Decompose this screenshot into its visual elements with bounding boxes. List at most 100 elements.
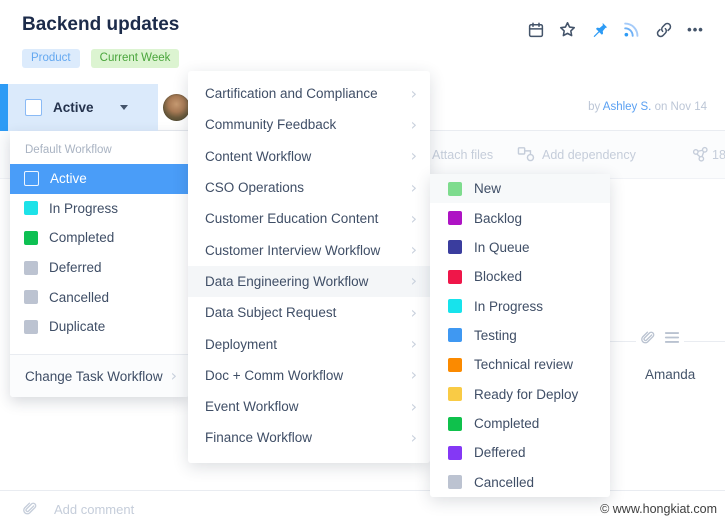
meta-icons — [636, 330, 684, 347]
chevron-right-icon: › — [411, 242, 417, 258]
submenu-label: Ready for Deploy — [474, 387, 578, 402]
workflow-item[interactable]: Content Workflow› — [188, 141, 430, 172]
rss-icon[interactable] — [622, 20, 641, 39]
tag-list: Product Current Week — [22, 49, 179, 68]
share-count[interactable]: 18 — [712, 131, 725, 179]
workflow-item[interactable]: Data Subject Request› — [188, 297, 430, 328]
menu-item-label: Active — [50, 171, 87, 186]
status-swatch — [24, 201, 38, 215]
footer-label: Change Task Workflow — [25, 369, 163, 384]
status-swatch — [24, 171, 39, 186]
workflow-item[interactable]: CSO Operations› — [188, 172, 430, 203]
submenu-label: In Progress — [474, 299, 543, 314]
share-graph-icon — [692, 146, 709, 163]
pin-icon[interactable] — [590, 20, 609, 39]
workflow-item[interactable]: Deployment › — [188, 328, 430, 359]
workflow-label: Content Workflow — [205, 149, 311, 164]
workflow-item[interactable]: Community Feedback› — [188, 109, 430, 140]
workflow-item[interactable]: Customer Education Content› — [188, 203, 430, 234]
workflow-label: Event Workflow — [205, 399, 299, 414]
workflow-label: Community Feedback — [205, 117, 336, 132]
tag-current-week[interactable]: Current Week — [91, 49, 180, 68]
status-checkbox[interactable] — [25, 99, 42, 116]
workflow-label: CSO Operations — [205, 180, 304, 195]
menu-item-duplicate[interactable]: Duplicate — [10, 312, 189, 342]
menu-item-deferred[interactable]: Deferred — [10, 253, 189, 283]
menu-item-completed[interactable]: Completed — [10, 223, 189, 253]
status-label: Active — [53, 100, 94, 115]
attach-files-button[interactable]: Attach files — [432, 131, 493, 179]
workflow-label: Deployment — [205, 337, 277, 352]
selected-status-accent — [0, 84, 8, 131]
submenu-item-backlog[interactable]: Backlog — [430, 203, 610, 232]
chevron-right-icon: › — [411, 399, 417, 415]
chevron-right-icon: › — [411, 336, 417, 352]
submenu-item-deffered[interactable]: Deffered — [430, 438, 610, 467]
change-task-workflow-button[interactable]: Change Task Workflow › — [10, 354, 189, 397]
workflow-item-data-engineering[interactable]: Data Engineering Workflow› — [188, 266, 430, 297]
workflow-item[interactable]: Cartification and Compliance › — [188, 78, 430, 109]
more-icon[interactable]: ••• — [686, 20, 705, 39]
submenu-label: Cancelled — [474, 475, 534, 490]
status-swatch — [448, 211, 462, 225]
status-swatch — [448, 299, 462, 313]
chevron-right-icon: › — [171, 368, 177, 384]
dependency-icon — [517, 146, 535, 162]
menu-item-active[interactable]: Active — [10, 164, 189, 194]
submenu-item-blocked[interactable]: Blocked — [430, 262, 610, 291]
menu-item-cancelled[interactable]: Cancelled — [10, 282, 189, 312]
status-swatch — [448, 182, 462, 196]
workflow-label: Cartification and Compliance — [205, 86, 378, 101]
workflow-item[interactable]: Finance Workflow › — [188, 422, 430, 453]
status-swatch — [24, 231, 38, 245]
header-actions: ••• — [526, 20, 705, 39]
submenu-label: New — [474, 181, 501, 196]
workflow-label: Doc + Comm Workflow — [205, 368, 343, 383]
status-swatch — [448, 328, 462, 342]
comment-input-placeholder[interactable]: Add comment — [54, 491, 134, 529]
menu-item-in-progress[interactable]: In Progress — [10, 194, 189, 224]
avatar[interactable] — [163, 94, 190, 121]
submenu-item-in-progress[interactable]: In Progress — [430, 291, 610, 320]
chevron-right-icon: › — [411, 211, 417, 227]
submenu-item-testing[interactable]: Testing — [430, 321, 610, 350]
submenu-item-completed[interactable]: Completed — [430, 409, 610, 438]
menu-icon[interactable] — [664, 330, 680, 347]
author-link[interactable]: Ashley S. — [603, 101, 655, 113]
workflow-label: Data Subject Request — [205, 305, 336, 320]
submenu-item-cancelled[interactable]: Cancelled — [430, 468, 610, 497]
submenu-item-in-queue[interactable]: In Queue — [430, 233, 610, 262]
chevron-right-icon: › — [411, 430, 417, 446]
menu-item-label: In Progress — [49, 201, 118, 216]
add-dependency-button[interactable]: Add dependency — [542, 131, 636, 179]
status-dropdown-button[interactable]: Active — [8, 84, 158, 131]
star-icon[interactable] — [558, 20, 577, 39]
assignee-name[interactable]: Amanda — [645, 367, 695, 382]
submenu-label: Blocked — [474, 269, 522, 284]
workflow-item[interactable]: Doc + Comm Workflow› — [188, 360, 430, 391]
menu-item-label: Cancelled — [49, 290, 109, 305]
submenu-item-technical-review[interactable]: Technical review — [430, 350, 610, 379]
tag-product[interactable]: Product — [22, 49, 80, 68]
menu-item-label: Duplicate — [49, 319, 105, 334]
chevron-right-icon: › — [411, 86, 417, 102]
menu-item-label: Deferred — [49, 260, 102, 275]
workflow-item[interactable]: Customer Interview Workflow› — [188, 234, 430, 265]
chevron-down-icon — [120, 105, 128, 110]
workflow-status-submenu: New Backlog In Queue Blocked In Progress… — [430, 174, 610, 497]
workflow-label: Data Engineering Workflow — [205, 274, 368, 289]
attach-comment-icon[interactable] — [22, 501, 37, 518]
workflow-label: Finance Workflow — [205, 430, 312, 445]
paperclip-icon[interactable] — [640, 330, 655, 347]
submenu-label: Backlog — [474, 211, 522, 226]
submenu-item-new[interactable]: New — [430, 174, 610, 203]
link-icon[interactable] — [654, 20, 673, 39]
status-swatch — [448, 417, 462, 431]
byline: by Ashley S. on Nov 14 — [588, 84, 707, 131]
calendar-icon[interactable] — [526, 20, 545, 39]
submenu-item-ready-for-deploy[interactable]: Ready for Deploy — [430, 380, 610, 409]
status-swatch — [448, 358, 462, 372]
workflow-item[interactable]: Event Workflow › — [188, 391, 430, 422]
status-swatch — [448, 240, 462, 254]
workflow-section-label: Default Workflow — [10, 131, 189, 164]
